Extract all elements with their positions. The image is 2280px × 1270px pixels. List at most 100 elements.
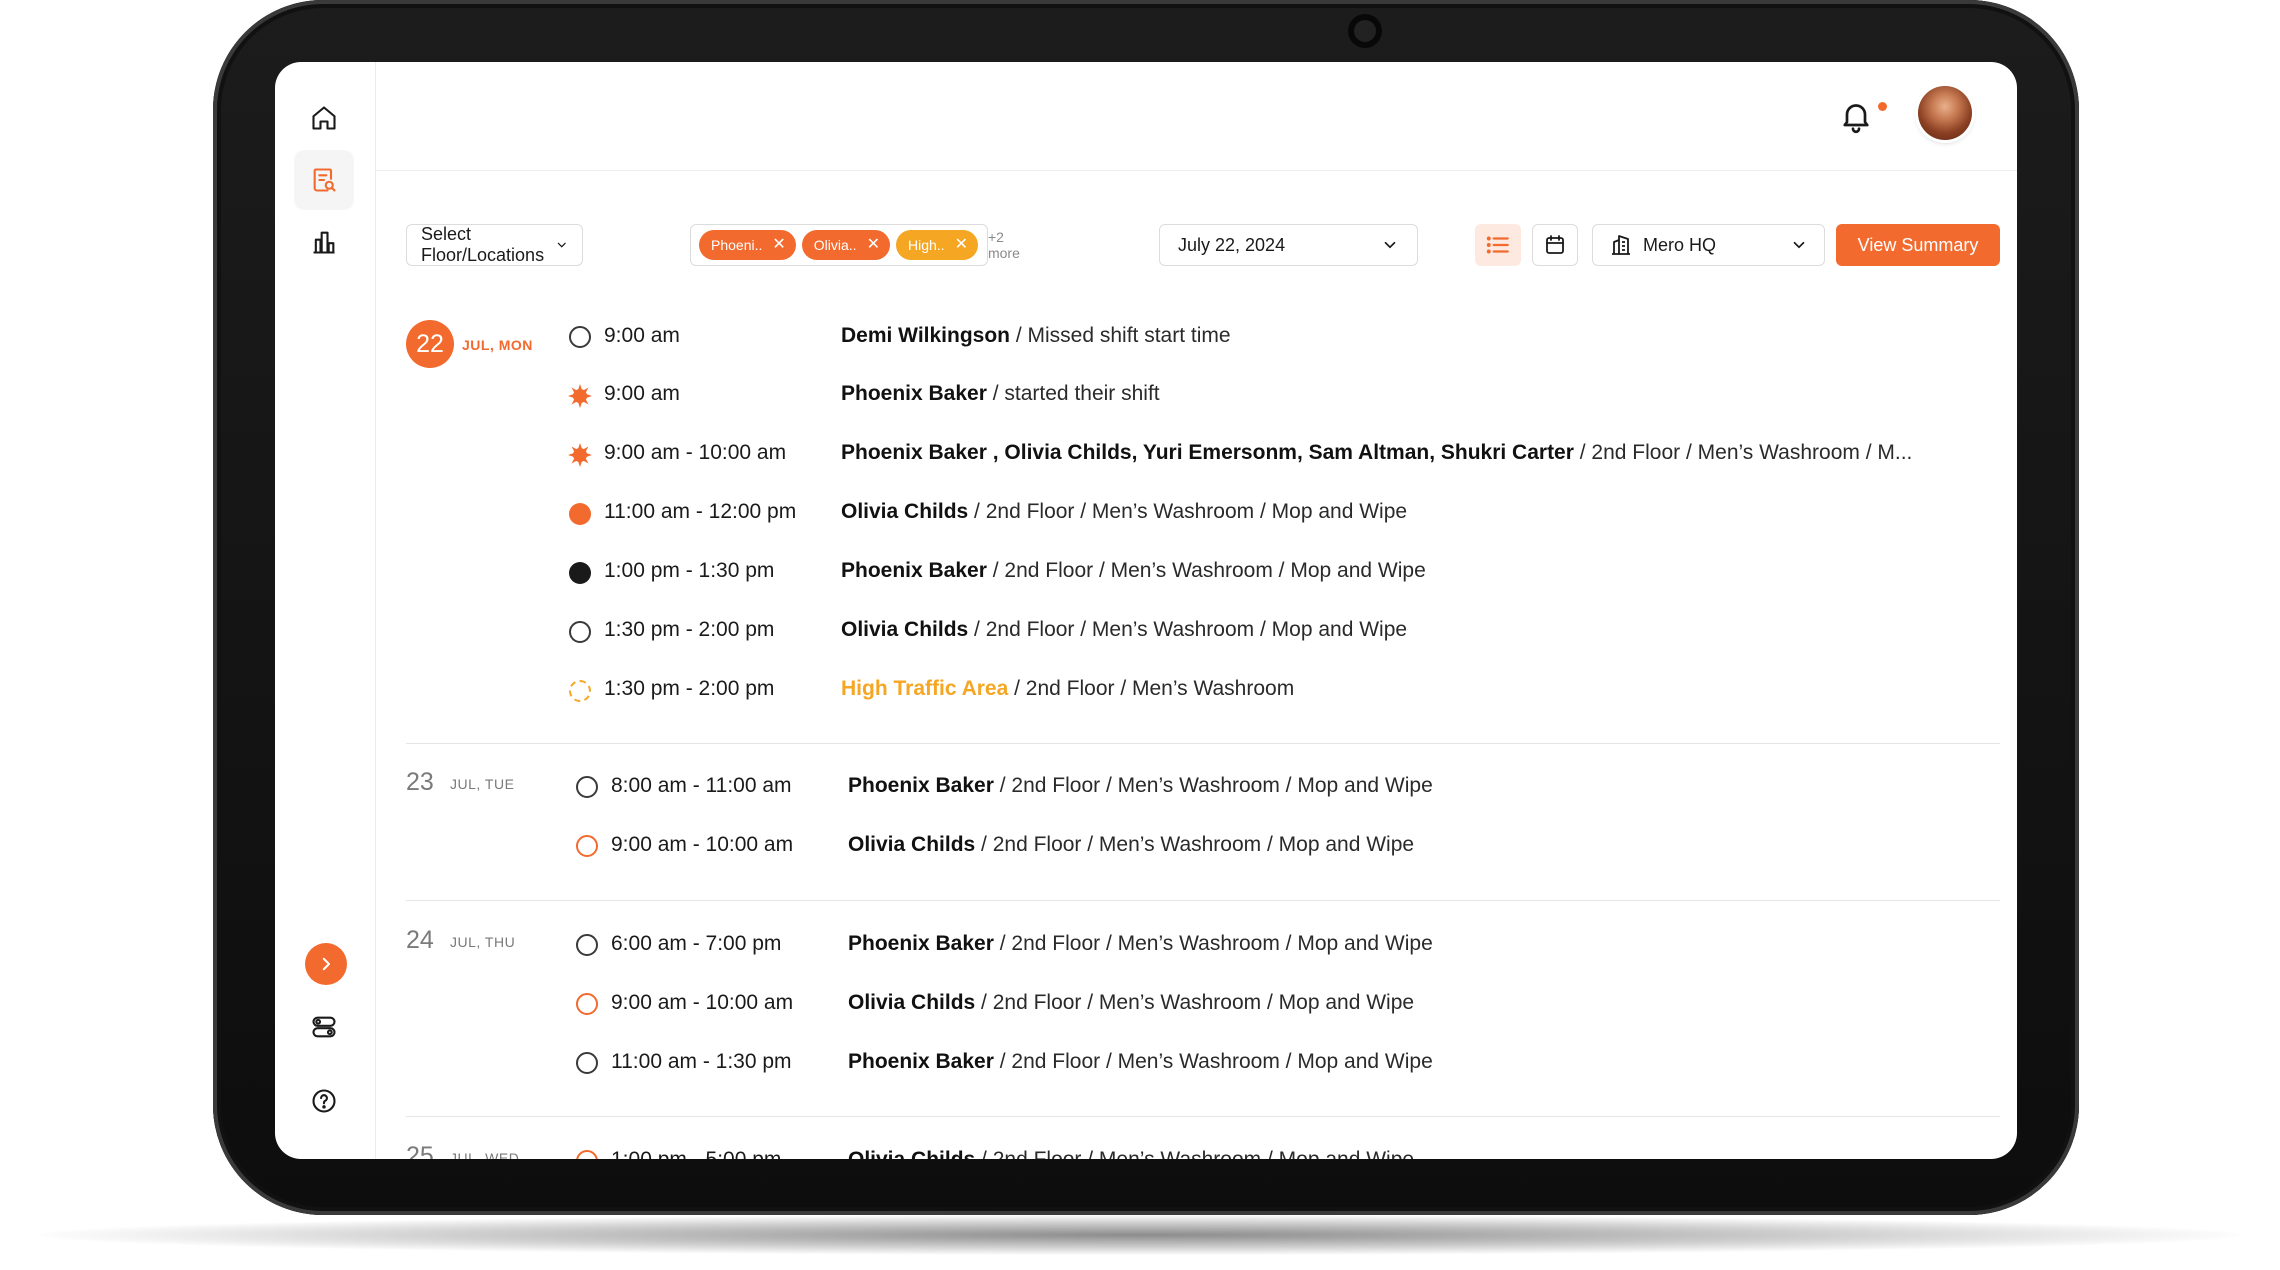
event-description[interactable]: Olivia Childs / 2nd Floor / Men’s Washro… — [841, 618, 1961, 642]
day-divider — [406, 1116, 2000, 1117]
assignee-filter[interactable]: Phoeni.. ✕ Olivia.. ✕ High.. ✕ +2 more — [690, 224, 1020, 266]
event-detail: / 2nd Floor / Men’s Washroom / Mop and W… — [975, 833, 1415, 856]
filter-chip[interactable]: Phoeni.. ✕ — [699, 230, 796, 260]
chevron-right-icon — [322, 957, 330, 971]
sidebar-item-buildings[interactable] — [294, 212, 354, 272]
camera-icon — [1348, 14, 1382, 48]
event-description[interactable]: Phoenix Baker / started their shift — [841, 382, 1961, 406]
event-name: Olivia Childs — [848, 833, 976, 856]
event-description[interactable]: Olivia Childs / 2nd Floor / Men’s Washro… — [841, 500, 1961, 524]
building-chart-icon — [313, 231, 335, 254]
event-detail: / 2nd Floor / Men’s Washroom / Mop and W… — [993, 1050, 1433, 1073]
event-time: 9:00 am - 10:00 am — [611, 833, 794, 856]
location-value: Mero HQ — [1643, 234, 1717, 255]
event-detail: / 2nd Floor / Men’s Washroom / Mop and W… — [975, 1148, 1414, 1159]
sidebar-item-reports[interactable] — [294, 150, 354, 210]
expand-sidebar-button[interactable] — [305, 943, 347, 985]
event-name: Phoenix Baker — [848, 932, 994, 955]
day-divider — [406, 900, 2000, 901]
event-name: Phoenix Baker , Olivia Childs, Yuri Emer… — [841, 441, 1574, 464]
event-detail: / started their shift — [986, 382, 1160, 405]
event-detail: / 2nd Floor / Men’s Washroom / M... — [1573, 441, 1913, 464]
status-hollow-icon — [569, 621, 591, 643]
bell-icon[interactable] — [1838, 98, 1874, 134]
event-description[interactable]: Phoenix Baker / 2nd Floor / Men’s Washro… — [848, 932, 1968, 956]
building-icon — [1612, 235, 1630, 255]
event-name: Olivia Childs — [848, 991, 976, 1014]
status-area-icon — [569, 680, 591, 702]
event-time: 9:00 am - 10:00 am — [611, 991, 794, 1014]
event-time: 11:00 am - 12:00 pm — [604, 500, 797, 523]
notification-badge — [1878, 102, 1887, 111]
status-scheduled-icon — [576, 993, 598, 1015]
day-label: JUL, TUE — [450, 776, 515, 792]
event-time: 11:00 am - 1:30 pm — [611, 1050, 792, 1073]
event-detail: / 2nd Floor / Men’s Washroom / Mop and W… — [993, 774, 1433, 797]
event-time: 6:00 am - 7:00 pm — [611, 932, 782, 955]
event-description[interactable]: Phoenix Baker / 2nd Floor / Men’s Washro… — [841, 559, 1961, 583]
event-time: 9:00 am — [604, 382, 680, 405]
home-icon — [312, 106, 336, 130]
day-label: JUL, WED — [450, 1150, 520, 1159]
event-name: Phoenix Baker — [841, 382, 987, 405]
event-name: Phoenix Baker — [848, 774, 994, 797]
event-description[interactable]: Phoenix Baker / 2nd Floor / Men’s Washro… — [848, 774, 1968, 798]
event-description[interactable]: Phoenix Baker , Olivia Childs, Yuri Emer… — [841, 441, 1961, 465]
event-description[interactable]: Demi Wilkingson / Missed shift start tim… — [841, 324, 1961, 348]
chip-label: High.. — [907, 237, 945, 253]
top-bar — [375, 62, 2017, 171]
event-description[interactable]: Olivia Childs / 2nd Floor / Men’s Washro… — [848, 833, 1968, 857]
view-summary-button[interactable]: View Summary — [1836, 224, 2000, 266]
event-description[interactable]: Olivia Childs / 2nd Floor / Men’s Washro… — [848, 991, 1968, 1015]
event-detail: / 2nd Floor / Men’s Washroom / Mop and W… — [968, 618, 1408, 641]
sidebar-item-settings[interactable] — [294, 997, 354, 1057]
day-label: JUL, MON — [462, 337, 533, 353]
sidebar — [275, 62, 376, 1159]
event-name: Olivia Childs — [841, 618, 969, 641]
avatar[interactable] — [1918, 86, 1972, 140]
list-icon — [1486, 236, 1509, 254]
event-description[interactable]: Olivia Childs / 2nd Floor / Men’s Washro… — [848, 1148, 1968, 1159]
event-name: Olivia Childs — [848, 1148, 975, 1159]
location-select[interactable]: Mero HQ — [1592, 224, 1825, 266]
day-divider — [406, 743, 2000, 744]
filter-chip[interactable]: High.. ✕ — [895, 230, 978, 260]
day-label: JUL, THU — [450, 934, 516, 950]
chevron-down-icon — [557, 242, 566, 248]
filter-chip[interactable]: Olivia.. ✕ — [801, 230, 890, 260]
day-number-badge: 22 — [406, 320, 454, 368]
day-number: 25 — [406, 1142, 434, 1159]
event-time: 8:00 am - 11:00 am — [611, 774, 792, 797]
event-detail: / 2nd Floor / Men’s Washroom / Mop and W… — [993, 932, 1433, 955]
app-screen: Select Floor/Locations Phoeni.. ✕ Olivia.… — [275, 62, 2017, 1159]
event-name: High Traffic Area — [841, 677, 1009, 700]
date-value: July 22, 2024 — [1178, 234, 1286, 255]
close-icon[interactable]: ✕ — [955, 237, 968, 253]
sidebar-item-home[interactable] — [294, 88, 354, 148]
status-hollow-icon — [576, 934, 598, 956]
event-name: Phoenix Baker — [848, 1050, 994, 1073]
status-scheduled-icon — [576, 1150, 598, 1159]
event-description[interactable]: Phoenix Baker / 2nd Floor / Men’s Washro… — [848, 1050, 1968, 1074]
floor-location-select[interactable]: Select Floor/Locations — [406, 224, 583, 266]
event-time: 1:00 pm - 5:00 pm — [611, 1148, 781, 1159]
chevron-down-icon — [1793, 241, 1805, 249]
sidebar-item-help[interactable] — [294, 1071, 354, 1131]
toggle-settings-icon — [312, 1016, 336, 1038]
date-picker[interactable]: July 22, 2024 — [1159, 224, 1418, 266]
close-icon[interactable]: ✕ — [867, 237, 880, 253]
floor-select-label: Select Floor/Locations — [421, 224, 545, 265]
chevron-down-icon — [1384, 241, 1396, 249]
status-hollow-icon — [576, 776, 598, 798]
more-chips-label[interactable]: +2 more — [988, 229, 1020, 261]
calendar-view-button[interactable] — [1532, 224, 1578, 266]
day-number: 23 — [406, 768, 434, 796]
status-active-icon — [568, 443, 592, 467]
event-time: 1:30 pm - 2:00 pm — [604, 618, 775, 641]
close-icon[interactable]: ✕ — [772, 237, 785, 253]
event-description[interactable]: High Traffic Area / 2nd Floor / Men’s Wa… — [841, 677, 1961, 701]
status-active-icon — [568, 384, 592, 408]
day-number: 24 — [406, 926, 434, 954]
event-detail: / Missed shift start time — [1010, 324, 1231, 347]
list-view-button[interactable] — [1475, 224, 1521, 266]
